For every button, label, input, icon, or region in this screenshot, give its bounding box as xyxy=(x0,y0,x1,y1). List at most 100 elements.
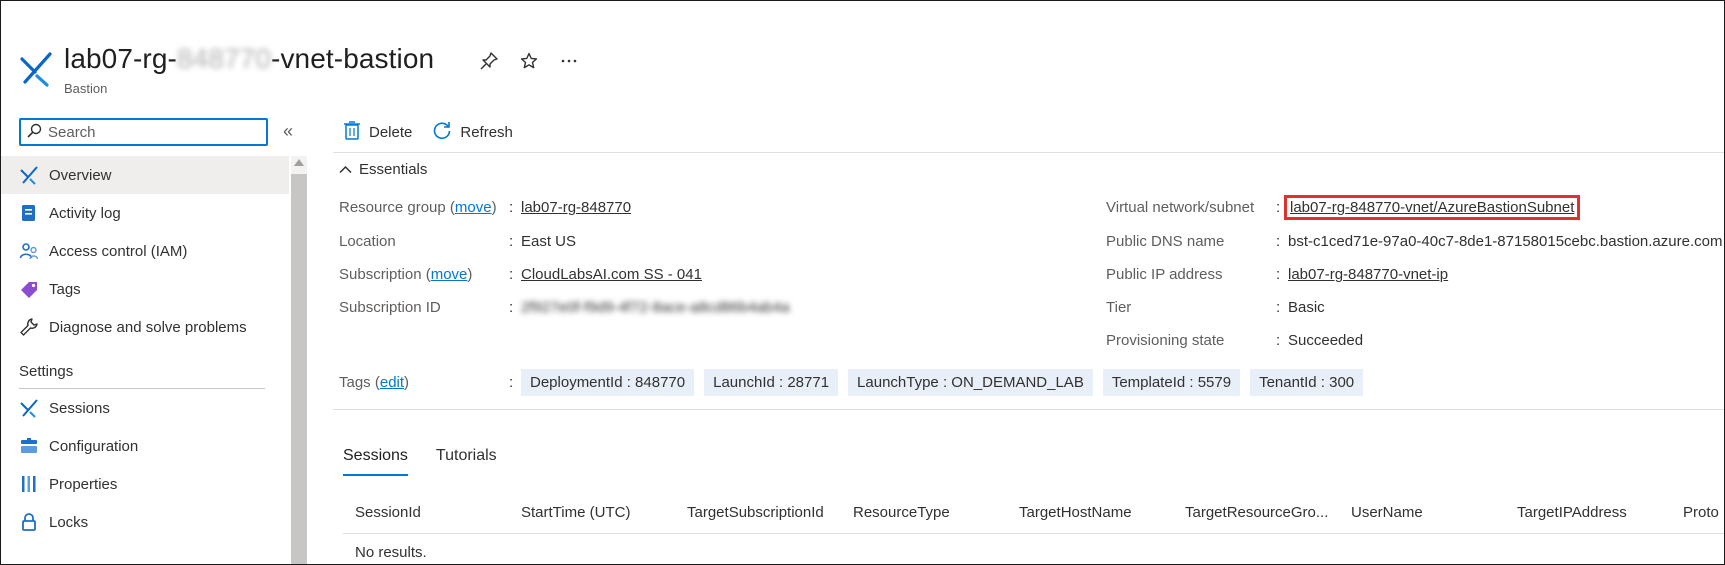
table-header-divider xyxy=(343,533,1724,534)
sidebar-item-label: Configuration xyxy=(49,437,139,455)
sidebar-search[interactable] xyxy=(19,118,268,146)
delete-label: Delete xyxy=(369,123,413,141)
subscription-label: Subscription (move) xyxy=(339,266,473,283)
dns-row: Public DNS name : bst-c1ced71e-97a0-40c7… xyxy=(1106,233,1723,250)
bastion-icon xyxy=(19,165,39,185)
sidebar-item-locks[interactable]: Locks xyxy=(1,503,289,541)
sidebar-item-label: Diagnose and solve problems xyxy=(49,318,247,336)
essentials-toggle[interactable]: Essentials xyxy=(339,161,427,178)
tag-chip: LaunchId : 28771 xyxy=(704,369,839,396)
scroll-up-icon[interactable] xyxy=(294,159,304,166)
location-value: East US xyxy=(521,233,577,250)
sidebar-item-label: Locks xyxy=(49,513,89,531)
trash-icon xyxy=(343,120,361,144)
title-blurred-part: 848770 xyxy=(176,43,272,74)
activity-log-icon xyxy=(19,203,39,223)
tag-chip: TenantId : 300 xyxy=(1250,369,1364,396)
search-input[interactable] xyxy=(48,123,248,141)
resource-group-link[interactable]: lab07-rg-848770 xyxy=(521,199,631,216)
refresh-button[interactable]: Refresh xyxy=(432,120,513,144)
tier-row: Tier : Basic xyxy=(1106,299,1325,316)
properties-icon xyxy=(19,474,39,494)
sessions-table-header: SessionId StartTime (UTC) TargetSubscrip… xyxy=(355,504,1724,521)
bastion-overview-page: lab07-rg-848770-vnet-bastion Bastion « O… xyxy=(0,0,1725,565)
sidebar-item-iam[interactable]: Access control (IAM) xyxy=(1,232,289,270)
title-suffix: -vnet-bastion xyxy=(271,43,435,74)
column-header[interactable]: Proto xyxy=(1683,504,1724,521)
sidebar-nav: Overview Activity log Access control (IA… xyxy=(1,156,289,541)
tier-value: Basic xyxy=(1288,299,1325,316)
column-header[interactable]: SessionId xyxy=(355,504,521,521)
wrench-icon xyxy=(19,317,39,337)
subscription-id-value: 2f927e0f-f9d9-4f72-8ace-a8cd86b4ab4a xyxy=(521,299,790,316)
refresh-icon xyxy=(432,120,452,144)
location-label: Location xyxy=(339,233,396,250)
sidebar-item-label: Overview xyxy=(49,166,112,184)
column-header[interactable]: ResourceType xyxy=(853,504,1019,521)
command-bar: Delete Refresh xyxy=(343,120,513,144)
tag-icon xyxy=(19,279,39,299)
sidebar-item-label: Sessions xyxy=(49,399,110,417)
edit-tags-link[interactable]: edit xyxy=(380,374,404,391)
dns-value: bst-c1ced71e-97a0-40c7-8de1-87158015cebc… xyxy=(1288,233,1723,250)
column-header[interactable]: TargetIPAddress xyxy=(1517,504,1683,521)
subscription-id-row: Subscription ID : 2f927e0f-f9d9-4f72-8ac… xyxy=(339,299,790,316)
bastion-logo-icon xyxy=(19,51,53,87)
configuration-icon xyxy=(19,436,39,456)
header-actions xyxy=(479,51,579,71)
provisioning-value: Succeeded xyxy=(1288,332,1364,349)
settings-heading: Settings xyxy=(19,363,74,380)
vnet-row: Virtual network/subnet : lab07-rg-848770… xyxy=(1106,195,1581,220)
column-header[interactable]: StartTime (UTC) xyxy=(521,504,687,521)
sidebar-scrollbar[interactable] xyxy=(291,156,307,564)
public-ip-row: Public IP address : lab07-rg-848770-vnet… xyxy=(1106,266,1449,283)
bastion-icon xyxy=(19,398,39,418)
sidebar-item-properties[interactable]: Properties xyxy=(1,465,289,503)
column-header[interactable]: TargetHostName xyxy=(1019,504,1185,521)
column-header[interactable]: TargetSubscriptionId xyxy=(687,504,853,521)
column-header[interactable]: UserName xyxy=(1351,504,1517,521)
collapse-sidebar-icon[interactable]: « xyxy=(283,121,293,142)
tag-chip: DeploymentId : 848770 xyxy=(521,369,695,396)
pin-icon[interactable] xyxy=(479,51,499,71)
star-icon[interactable] xyxy=(519,51,539,71)
sidebar-item-activity-log[interactable]: Activity log xyxy=(1,194,289,232)
subscription-row: Subscription (move) : CloudLabsAI.com SS… xyxy=(339,266,702,283)
toolbar-divider xyxy=(333,152,1724,153)
iam-icon xyxy=(19,241,39,261)
tab-tutorials[interactable]: Tutorials xyxy=(436,447,497,476)
tag-chip: TemplateId : 5579 xyxy=(1102,369,1241,396)
scrollbar-thumb[interactable] xyxy=(291,174,307,564)
sidebar-item-label: Access control (IAM) xyxy=(49,242,188,260)
sidebar-item-configuration[interactable]: Configuration xyxy=(1,427,289,465)
tab-sessions[interactable]: Sessions xyxy=(343,447,408,476)
sidebar-item-tags[interactable]: Tags xyxy=(1,270,289,308)
subscription-link[interactable]: CloudLabsAI.com SS - 041 xyxy=(521,266,702,283)
lock-icon xyxy=(19,512,39,532)
more-icon[interactable] xyxy=(559,51,579,71)
location-row: Location : East US xyxy=(339,233,577,250)
page-title: lab07-rg-848770-vnet-bastion xyxy=(64,43,434,75)
vnet-subnet-link[interactable]: lab07-rg-848770-vnet/AzureBastionSubnet xyxy=(1283,195,1581,220)
sidebar-item-label: Tags xyxy=(49,280,81,298)
delete-button[interactable]: Delete xyxy=(343,120,412,144)
sidebar-item-label: Properties xyxy=(49,475,118,493)
subscription-id-label: Subscription ID xyxy=(339,299,441,316)
column-header[interactable]: TargetResourceGro... xyxy=(1185,504,1351,521)
chevron-up-icon xyxy=(339,161,352,178)
search-icon xyxy=(27,123,42,142)
sidebar-item-overview[interactable]: Overview xyxy=(1,156,289,194)
move-subscription-link[interactable]: move xyxy=(431,266,468,283)
public-ip-label: Public IP address xyxy=(1106,266,1223,283)
public-ip-link[interactable]: lab07-rg-848770-vnet-ip xyxy=(1288,266,1448,283)
sidebar-item-diagnose[interactable]: Diagnose and solve problems xyxy=(1,308,289,346)
tag-chip: LaunchType : ON_DEMAND_LAB xyxy=(848,369,1093,396)
sidebar-item-sessions[interactable]: Sessions xyxy=(1,389,289,427)
resource-group-label: Resource group (move) xyxy=(339,199,497,216)
tags-row: Tags (edit) : DeploymentId : 848770 Laun… xyxy=(339,369,1373,396)
page-subtitle: Bastion xyxy=(64,81,108,96)
sidebar-item-label: Activity log xyxy=(49,204,121,222)
tab-bar: Sessions Tutorials xyxy=(343,447,497,476)
move-resource-group-link[interactable]: move xyxy=(455,199,492,216)
title-prefix: lab07-rg- xyxy=(64,43,177,74)
